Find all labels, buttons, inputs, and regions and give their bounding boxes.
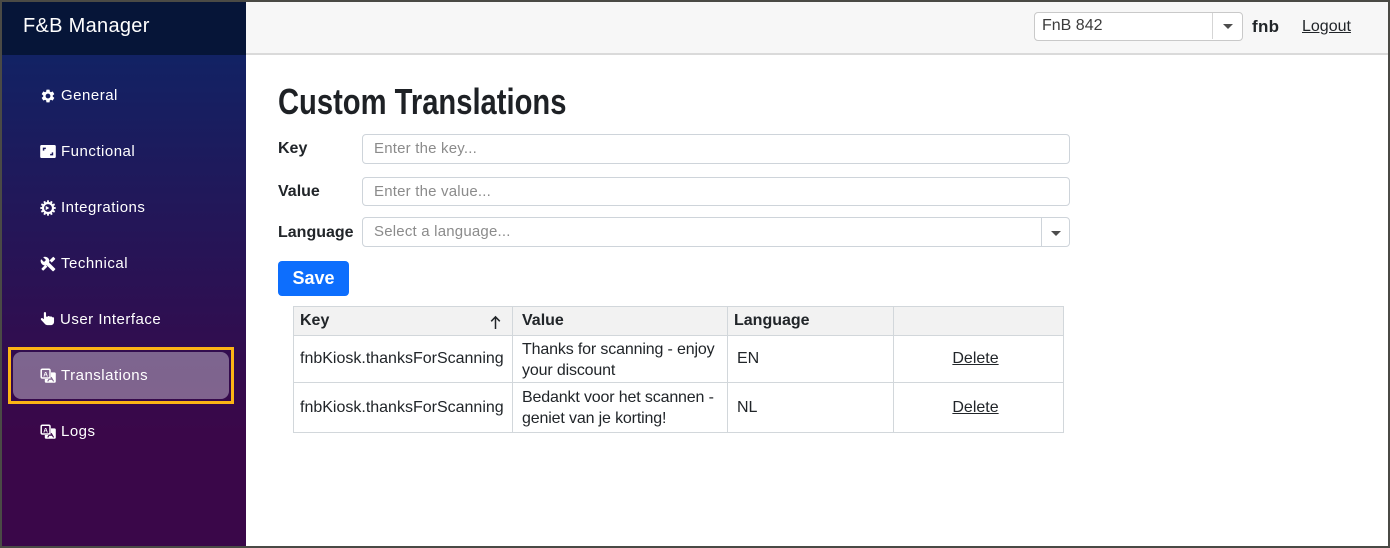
svg-text:A: A: [43, 371, 48, 378]
svg-text:A: A: [43, 427, 48, 434]
